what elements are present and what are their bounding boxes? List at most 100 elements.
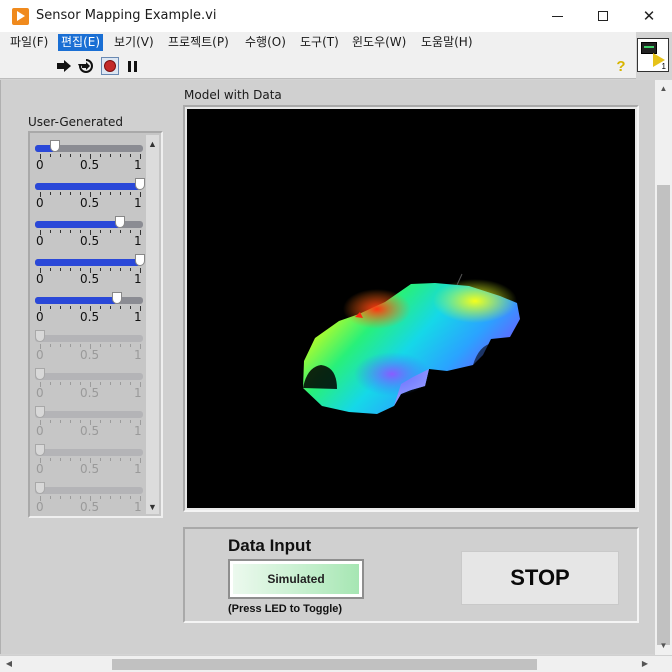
scroll-left-arrow-icon[interactable]: ◀ <box>2 657 16 671</box>
slider-track[interactable] <box>35 368 143 380</box>
menu-project[interactable]: 프로젝트(P) <box>165 34 232 51</box>
scale-mid-label: 0.5 <box>80 386 100 400</box>
slider-thumb[interactable] <box>35 482 45 494</box>
close-button[interactable]: ✕ <box>626 0 672 32</box>
slider-scale-labels: 0 0.5 1 <box>33 196 145 210</box>
scroll-right-arrow-icon[interactable]: ▶ <box>638 657 652 671</box>
slider-array-scrollbar[interactable]: ▲ ▼ <box>146 135 159 514</box>
slider-thumb[interactable] <box>35 368 45 380</box>
scale-max-label: 1 <box>134 386 142 400</box>
vi-icon[interactable]: 1 <box>637 38 669 72</box>
slider-thumb[interactable] <box>35 406 45 418</box>
slider-thumb[interactable] <box>135 254 145 266</box>
menu-operate[interactable]: 수행(O) <box>242 34 289 51</box>
slider-1[interactable]: 0 0.5 1 <box>33 138 145 176</box>
vi-icon-number: 1 <box>661 62 666 71</box>
menu-window[interactable]: 윈도우(W) <box>349 34 409 51</box>
scroll-down-arrow-icon[interactable]: ▼ <box>655 639 672 653</box>
scale-min-label: 0 <box>36 272 44 286</box>
window-title: Sensor Mapping Example.vi <box>36 8 217 23</box>
scale-max-label: 1 <box>134 234 142 248</box>
slider-track[interactable] <box>35 140 143 152</box>
slider-7[interactable]: 0 0.5 1 <box>33 366 145 404</box>
slider-fill <box>35 297 117 304</box>
slider-array: 0 0.5 1 0 0.5 1 0 0.5 1 0 0.5 1 0 0.5 1 0 0.5 1 0 0.5 1 0 0.5 1… <box>28 131 163 518</box>
scale-mid-label: 0.5 <box>80 348 100 362</box>
slider-thumb[interactable] <box>115 216 125 228</box>
slider-8[interactable]: 0 0.5 1 <box>33 404 145 442</box>
scale-max-label: 1 <box>134 348 142 362</box>
simulated-led-toggle[interactable]: Simulated <box>228 559 364 599</box>
slider-thumb[interactable] <box>50 140 60 152</box>
slider-track[interactable] <box>35 216 143 228</box>
pause-icon[interactable] <box>123 57 141 75</box>
scale-min-label: 0 <box>36 462 44 476</box>
slider-fill <box>35 183 140 190</box>
scale-min-label: 0 <box>36 310 44 324</box>
data-input-title: Data Input <box>228 536 312 555</box>
scale-max-label: 1 <box>134 158 142 172</box>
scale-mid-label: 0.5 <box>80 196 100 210</box>
slider-track[interactable] <box>35 254 145 266</box>
scroll-down-icon[interactable]: ▼ <box>146 500 159 514</box>
scale-mid-label: 0.5 <box>80 424 100 438</box>
slider-track[interactable] <box>35 406 143 418</box>
context-help-icon[interactable]: ? <box>612 57 630 75</box>
scale-max-label: 1 <box>134 272 142 286</box>
menu-view[interactable]: 보기(V) <box>111 34 157 51</box>
scale-mid-label: 0.5 <box>80 234 100 248</box>
slider-9[interactable]: 0 0.5 1 <box>33 442 145 480</box>
scale-min-label: 0 <box>36 386 44 400</box>
scale-min-label: 0 <box>36 424 44 438</box>
horizontal-scroll-thumb[interactable] <box>112 659 537 670</box>
scale-mid-label: 0.5 <box>80 158 100 172</box>
maximize-button[interactable] <box>580 0 626 32</box>
scroll-up-icon[interactable]: ▲ <box>146 137 159 151</box>
slider-10[interactable]: 0 0.5 1 <box>33 480 145 518</box>
slider-scale-labels: 0 0.5 1 <box>33 310 145 324</box>
slider-track[interactable] <box>35 330 143 342</box>
slider-track[interactable] <box>35 178 145 190</box>
slider-4[interactable]: 0 0.5 1 <box>33 252 145 290</box>
run-arrow-icon[interactable] <box>55 57 73 75</box>
scale-mid-label: 0.5 <box>80 310 100 324</box>
slider-2[interactable]: 0 0.5 1 <box>33 176 145 214</box>
menu-help[interactable]: 도움말(H) <box>418 34 476 51</box>
slider-thumb[interactable] <box>35 444 45 456</box>
scale-min-label: 0 <box>36 158 44 172</box>
slider-track[interactable] <box>35 482 143 494</box>
labview-app-icon <box>12 8 29 25</box>
slider-6[interactable]: 0 0.5 1 <box>33 328 145 366</box>
scale-mid-label: 0.5 <box>80 272 100 286</box>
menu-file[interactable]: 파일(F) <box>7 34 51 51</box>
scale-max-label: 1 <box>134 310 142 324</box>
3d-model-view[interactable] <box>187 109 635 508</box>
vertical-scroll-thumb[interactable] <box>657 185 670 645</box>
scroll-up-arrow-icon[interactable]: ▲ <box>655 82 672 96</box>
scale-min-label: 0 <box>36 500 44 514</box>
slider-scale-labels: 0 0.5 1 <box>33 348 145 362</box>
stop-button[interactable]: STOP <box>461 551 619 605</box>
run-continuously-icon[interactable] <box>77 57 95 75</box>
labview-front-panel-window: Sensor Mapping Example.vi ✕ 파일(F) 편집(E) … <box>0 0 672 672</box>
model-label: Model with Data <box>184 88 282 102</box>
menu-tools[interactable]: 도구(T) <box>297 34 342 51</box>
slider-thumb[interactable] <box>112 292 122 304</box>
slider-scale-labels: 0 0.5 1 <box>33 158 145 172</box>
slider-track[interactable] <box>35 292 143 304</box>
slider-thumb[interactable] <box>35 330 45 342</box>
scale-max-label: 1 <box>134 500 142 514</box>
slider-scale-labels: 0 0.5 1 <box>33 272 145 286</box>
minimize-button[interactable] <box>534 0 580 32</box>
menu-edit[interactable]: 편집(E) <box>58 34 104 51</box>
led-label: Simulated <box>233 564 359 594</box>
vertical-scrollbar[interactable]: ▲ ▼ <box>654 80 672 655</box>
scale-min-label: 0 <box>36 196 44 210</box>
slider-track[interactable] <box>35 444 143 456</box>
abort-execution-icon[interactable] <box>101 57 119 75</box>
slider-5[interactable]: 0 0.5 1 <box>33 290 145 328</box>
slider-thumb[interactable] <box>135 178 145 190</box>
slider-3[interactable]: 0 0.5 1 <box>33 214 145 252</box>
car-model-render <box>303 273 520 414</box>
horizontal-scrollbar[interactable]: ◀ ▶ <box>0 655 672 672</box>
